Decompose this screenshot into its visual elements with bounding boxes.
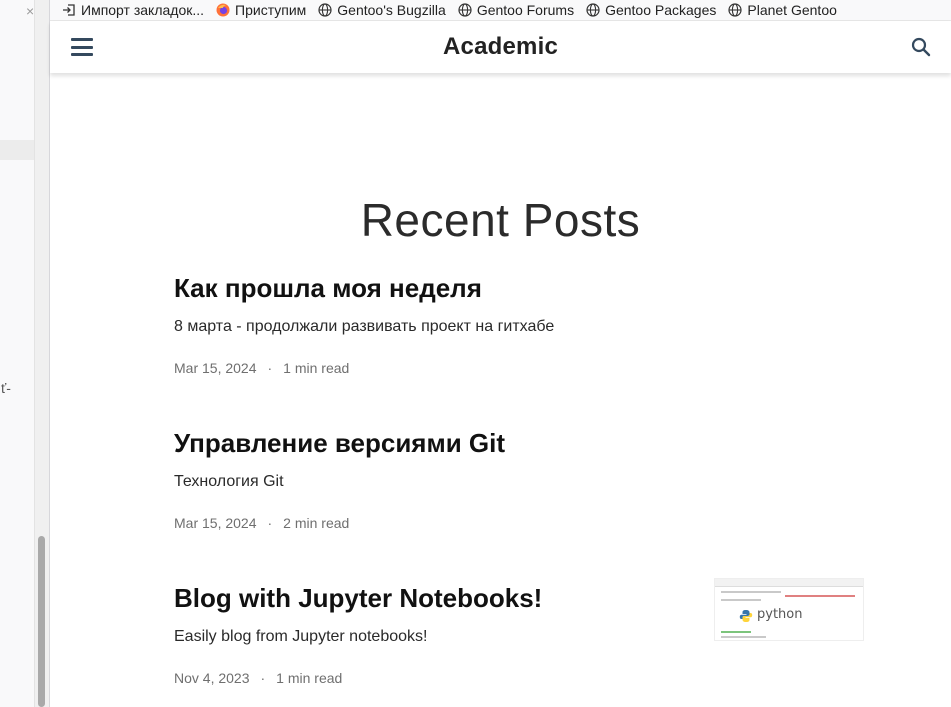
search-icon[interactable] [911, 37, 931, 57]
python-logo-icon [739, 609, 753, 623]
post-date: Nov 4, 2023 [174, 670, 250, 686]
bookmark-label: Planet Gentoo [747, 2, 837, 18]
bookmark-label: Gentoo Packages [605, 2, 717, 18]
firefox-icon [216, 3, 230, 17]
post-thumbnail[interactable]: python [714, 578, 864, 641]
bookmark-gentoo-forums[interactable]: Gentoo Forums [458, 2, 574, 18]
thumbnail-line [785, 595, 855, 597]
post-read-time: 1 min read [283, 360, 350, 376]
bookmark-label: Gentoo's Bugzilla [337, 2, 446, 18]
meta-separator: · [267, 515, 273, 531]
sidebar-close-button[interactable]: × [26, 3, 34, 19]
thumbnail-line [721, 591, 781, 593]
bookmarks-toolbar: Импорт закладок... Приступим Gentoo's Bu… [50, 0, 951, 21]
sidebar-scrollbar-thumb[interactable] [38, 536, 45, 707]
post-summary: Технология Git [174, 473, 284, 490]
post-read-time: 2 min read [283, 515, 350, 531]
site-brand[interactable]: Academic [50, 33, 951, 61]
thumbnail-toolbar [715, 579, 863, 587]
bookmark-label: Приступим [235, 2, 307, 18]
globe-icon [728, 3, 742, 17]
import-icon [62, 3, 76, 17]
post-date: Mar 15, 2024 [174, 515, 257, 531]
bookmark-gentoo-packages[interactable]: Gentoo Packages [586, 2, 716, 18]
globe-icon [318, 3, 332, 17]
post-meta: Mar 15, 2024 · 2 min read [174, 515, 874, 531]
thumbnail-line [721, 599, 761, 601]
post-title-link[interactable]: Управление версиями Git [174, 428, 874, 459]
bookmark-label: Импорт закладок... [81, 2, 205, 18]
thumbnail-label: python [757, 607, 803, 622]
post-item: Как прошла моя неделя 8 марта - продолжа… [174, 273, 874, 376]
bookmark-planet-gentoo[interactable]: Planet Gentoo [728, 2, 837, 18]
bookmark-import[interactable]: Импорт закладок... [62, 2, 204, 18]
post-item: Управление версиями Git Технология Git M… [174, 428, 874, 531]
post-title-link[interactable]: Как прошла моя неделя [174, 273, 874, 304]
bookmark-getting-started[interactable]: Приступим [216, 2, 306, 18]
bookmark-gentoo-bugzilla[interactable]: Gentoo's Bugzilla [318, 2, 446, 18]
site-navbar: Academic [50, 21, 951, 73]
meta-separator: · [260, 670, 266, 686]
sidebar-text-fragment: ť- [1, 380, 11, 396]
sidebar-panel: × ť- [0, 0, 50, 707]
meta-separator: · [267, 360, 273, 376]
globe-icon [458, 3, 472, 17]
thumbnail-line [721, 636, 766, 638]
globe-icon [586, 3, 600, 17]
page-title: Recent Posts [360, 194, 641, 246]
post-meta: Mar 15, 2024 · 1 min read [174, 360, 874, 376]
post-summary: 8 марта - продолжали развивать проект на… [174, 318, 555, 335]
post-meta: Nov 4, 2023 · 1 min read [174, 670, 874, 686]
thumbnail-line [721, 631, 751, 633]
post-date: Mar 15, 2024 [174, 360, 257, 376]
post-read-time: 1 min read [276, 670, 343, 686]
bookmark-label: Gentoo Forums [476, 2, 575, 18]
main-content: Recent Posts Как прошла моя неделя 8 мар… [50, 73, 951, 707]
sidebar-selected-row[interactable] [0, 140, 34, 160]
